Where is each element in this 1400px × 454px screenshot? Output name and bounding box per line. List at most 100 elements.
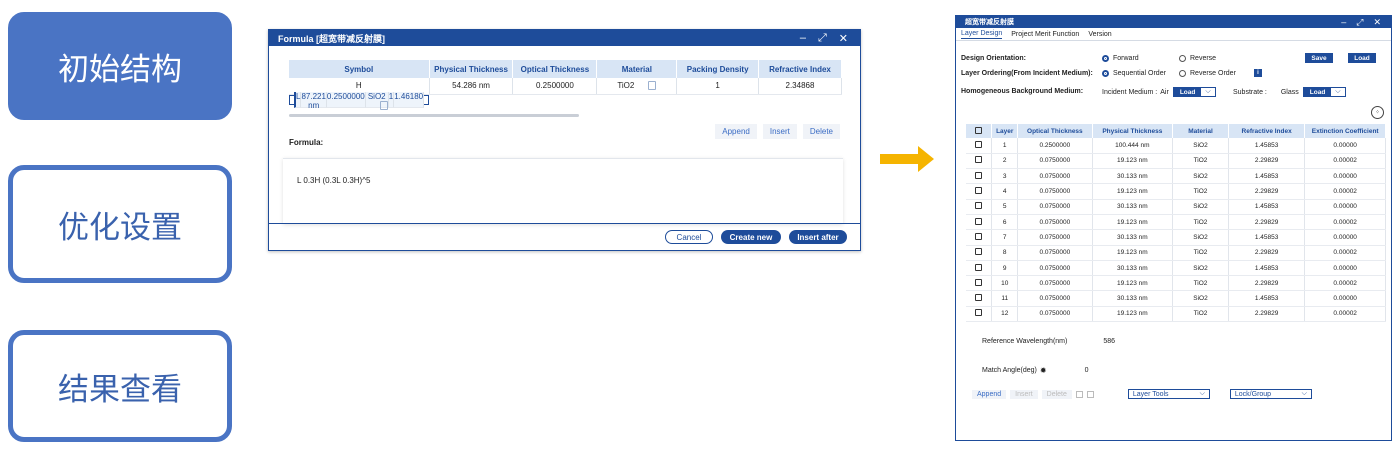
ordering-sequential-radio[interactable]: Sequential Order (1102, 70, 1166, 77)
table-cell[interactable]: 0.2500000 (512, 78, 598, 95)
table-cell[interactable]: TiO2 (1172, 245, 1229, 261)
table-row[interactable]: 4 0.0750000 19.123 nm TiO2 2.29829 0.00002 (966, 183, 1386, 200)
table-cell[interactable]: TiO2 (1172, 214, 1229, 231)
table-cell[interactable]: 2.29829 (1228, 306, 1306, 323)
table-cell[interactable]: 0.0750000 (1017, 214, 1093, 231)
append-button[interactable]: Append (715, 124, 757, 139)
table-cell[interactable]: 0.00002 (1304, 214, 1386, 231)
table-cell[interactable]: 19.123 nm (1092, 306, 1174, 323)
table-cell[interactable]: 30.133 nm (1092, 229, 1174, 246)
table-cell[interactable]: 0.0750000 (1017, 275, 1093, 292)
table-row[interactable]: 3 0.0750000 30.133 nm SiO2 1.45853 0.00000 (966, 168, 1386, 185)
table-cell[interactable]: 100.444 nm (1092, 138, 1174, 154)
close-icon[interactable]: ✕ (839, 32, 848, 45)
table-row[interactable]: 11 0.0750000 30.133 nm SiO2 1.45853 0.00000 (966, 290, 1386, 307)
row-checkbox[interactable] (966, 245, 993, 261)
table-cell[interactable]: 1.45853 (1228, 138, 1306, 154)
insert-button[interactable]: Insert (1010, 389, 1038, 399)
table-cell[interactable]: 1.45853 (1228, 199, 1306, 215)
table-cell[interactable]: SiO2 (1172, 168, 1229, 185)
reference-wavelength-value[interactable]: 586 (1103, 338, 1115, 345)
table-row[interactable]: 10 0.0750000 19.123 nm TiO2 2.29829 0.00002 (966, 275, 1386, 292)
horizontal-scrollbar[interactable] (289, 114, 579, 117)
delete-button[interactable]: Delete (1041, 389, 1072, 399)
table-cell[interactable]: 0.0750000 (1017, 183, 1093, 200)
material-cell[interactable]: SiO2 (365, 91, 389, 110)
document-icon[interactable] (379, 100, 388, 110)
save-button[interactable]: Save (1305, 53, 1333, 63)
table-cell[interactable]: SiO2 (1172, 199, 1229, 215)
table-cell[interactable]: SiO2 (1172, 260, 1229, 277)
table-cell[interactable]: 54.286 nm (429, 78, 514, 95)
match-angle-value[interactable]: 0 (1085, 367, 1089, 374)
cancel-button[interactable]: Cancel (665, 230, 713, 244)
material-cell[interactable]: TiO2 (596, 78, 678, 95)
row-checkbox[interactable] (966, 290, 993, 307)
table-cell[interactable]: TiO2 (1172, 183, 1229, 200)
row-checkbox[interactable] (966, 199, 993, 215)
table-cell[interactable]: 0.00000 (1304, 260, 1386, 277)
incident-medium-load-dropdown[interactable]: Load ⌵ (1172, 87, 1216, 97)
table-cell[interactable]: 0.0750000 (1017, 290, 1093, 307)
document-icon[interactable] (648, 81, 657, 91)
row-checkbox[interactable] (966, 306, 993, 323)
load-button[interactable]: Load (1348, 53, 1376, 63)
table-cell[interactable]: 19.123 nm (1092, 153, 1174, 170)
orientation-reverse-radio[interactable]: Reverse (1179, 55, 1216, 62)
table-cell[interactable]: 19.123 nm (1092, 214, 1174, 231)
table-cell[interactable]: TiO2 (1172, 153, 1229, 170)
table-row[interactable]: 7 0.0750000 30.133 nm SiO2 1.45853 0.00000 (966, 229, 1386, 246)
insert-after-button[interactable]: Insert after (789, 230, 847, 244)
row-checkbox[interactable] (966, 260, 993, 277)
minimize-icon[interactable]: – (800, 32, 806, 45)
table-cell[interactable]: SiO2 (1172, 290, 1229, 307)
table-cell[interactable]: 0.2500000 (326, 91, 366, 108)
table-cell[interactable]: 0.00002 (1304, 245, 1386, 261)
step-initial-structure-button[interactable]: 初始结构 (8, 12, 232, 120)
lock-group-dropdown[interactable]: Lock/Group ⌵ (1229, 389, 1312, 399)
table-cell[interactable]: 0.00002 (1304, 153, 1386, 170)
table-cell[interactable]: 0.00002 (1304, 306, 1386, 323)
table-cell[interactable]: 0.0750000 (1017, 306, 1093, 323)
table-row[interactable]: 5 0.0750000 30.133 nm SiO2 1.45853 0.00000 (966, 199, 1386, 215)
table-cell[interactable]: 2.29829 (1228, 183, 1306, 200)
table-row[interactable]: 2 0.0750000 19.123 nm TiO2 2.29829 0.00002 (966, 153, 1386, 170)
table-cell[interactable]: 0.00000 (1304, 290, 1386, 307)
table-cell[interactable]: 0.0750000 (1017, 229, 1093, 246)
table-cell[interactable]: 2.29829 (1228, 245, 1306, 261)
table-cell[interactable]: 0.2500000 (1017, 138, 1093, 154)
table-row[interactable]: 9 0.0750000 30.133 nm SiO2 1.45853 0.00000 (966, 260, 1386, 277)
minimize-icon[interactable]: – (1341, 17, 1346, 28)
table-cell[interactable]: 2.29829 (1228, 275, 1306, 292)
formula-input[interactable]: L 0.3H (0.3L 0.3H)^5 (283, 158, 843, 224)
tab-layer-design[interactable]: Layer Design (961, 30, 1003, 39)
table-cell[interactable]: 30.133 nm (1092, 290, 1174, 307)
orientation-forward-radio[interactable]: Forward (1102, 55, 1139, 62)
table-cell[interactable]: 0.00000 (1304, 229, 1386, 246)
row-checkbox[interactable] (966, 275, 993, 292)
row-checkbox[interactable] (966, 214, 993, 231)
row-checkbox[interactable] (966, 168, 993, 185)
step-view-results-button[interactable]: 结果查看 (8, 330, 232, 442)
row-checkbox[interactable] (966, 153, 993, 170)
table-row[interactable]: 12 0.0750000 19.123 nm TiO2 2.29829 0.00002 (966, 306, 1386, 323)
table-cell[interactable]: TiO2 (1172, 306, 1229, 323)
delete-button[interactable]: Delete (802, 124, 840, 139)
table-cell[interactable]: 1.45853 (1228, 229, 1306, 246)
table-cell[interactable]: TiO2 (1172, 275, 1229, 292)
ordering-reverse-radio[interactable]: Reverse Order (1179, 70, 1236, 77)
step-optimization-settings-button[interactable]: 优化设置 (8, 165, 232, 283)
row-checkbox[interactable] (966, 229, 993, 246)
table-cell[interactable]: SiO2 (1172, 138, 1229, 154)
table-cell[interactable]: 0.0750000 (1017, 153, 1093, 170)
layer-tools-dropdown[interactable]: Layer Tools ⌵ (1127, 389, 1210, 399)
create-new-button[interactable]: Create new (721, 230, 781, 244)
move-down-icon[interactable] (1086, 390, 1094, 398)
table-cell[interactable]: 0.0750000 (1017, 260, 1093, 277)
substrate-load-dropdown[interactable]: Load ⌵ (1302, 87, 1346, 97)
table-cell[interactable]: 1.45853 (1228, 168, 1306, 185)
table-row[interactable]: L 87.221 nm 0.2500000 SiO2 1 1.46180 (289, 91, 430, 110)
move-up-icon[interactable] (1075, 390, 1083, 398)
table-cell[interactable]: 0.00002 (1304, 183, 1386, 200)
close-icon[interactable]: ✕ (1373, 17, 1381, 28)
